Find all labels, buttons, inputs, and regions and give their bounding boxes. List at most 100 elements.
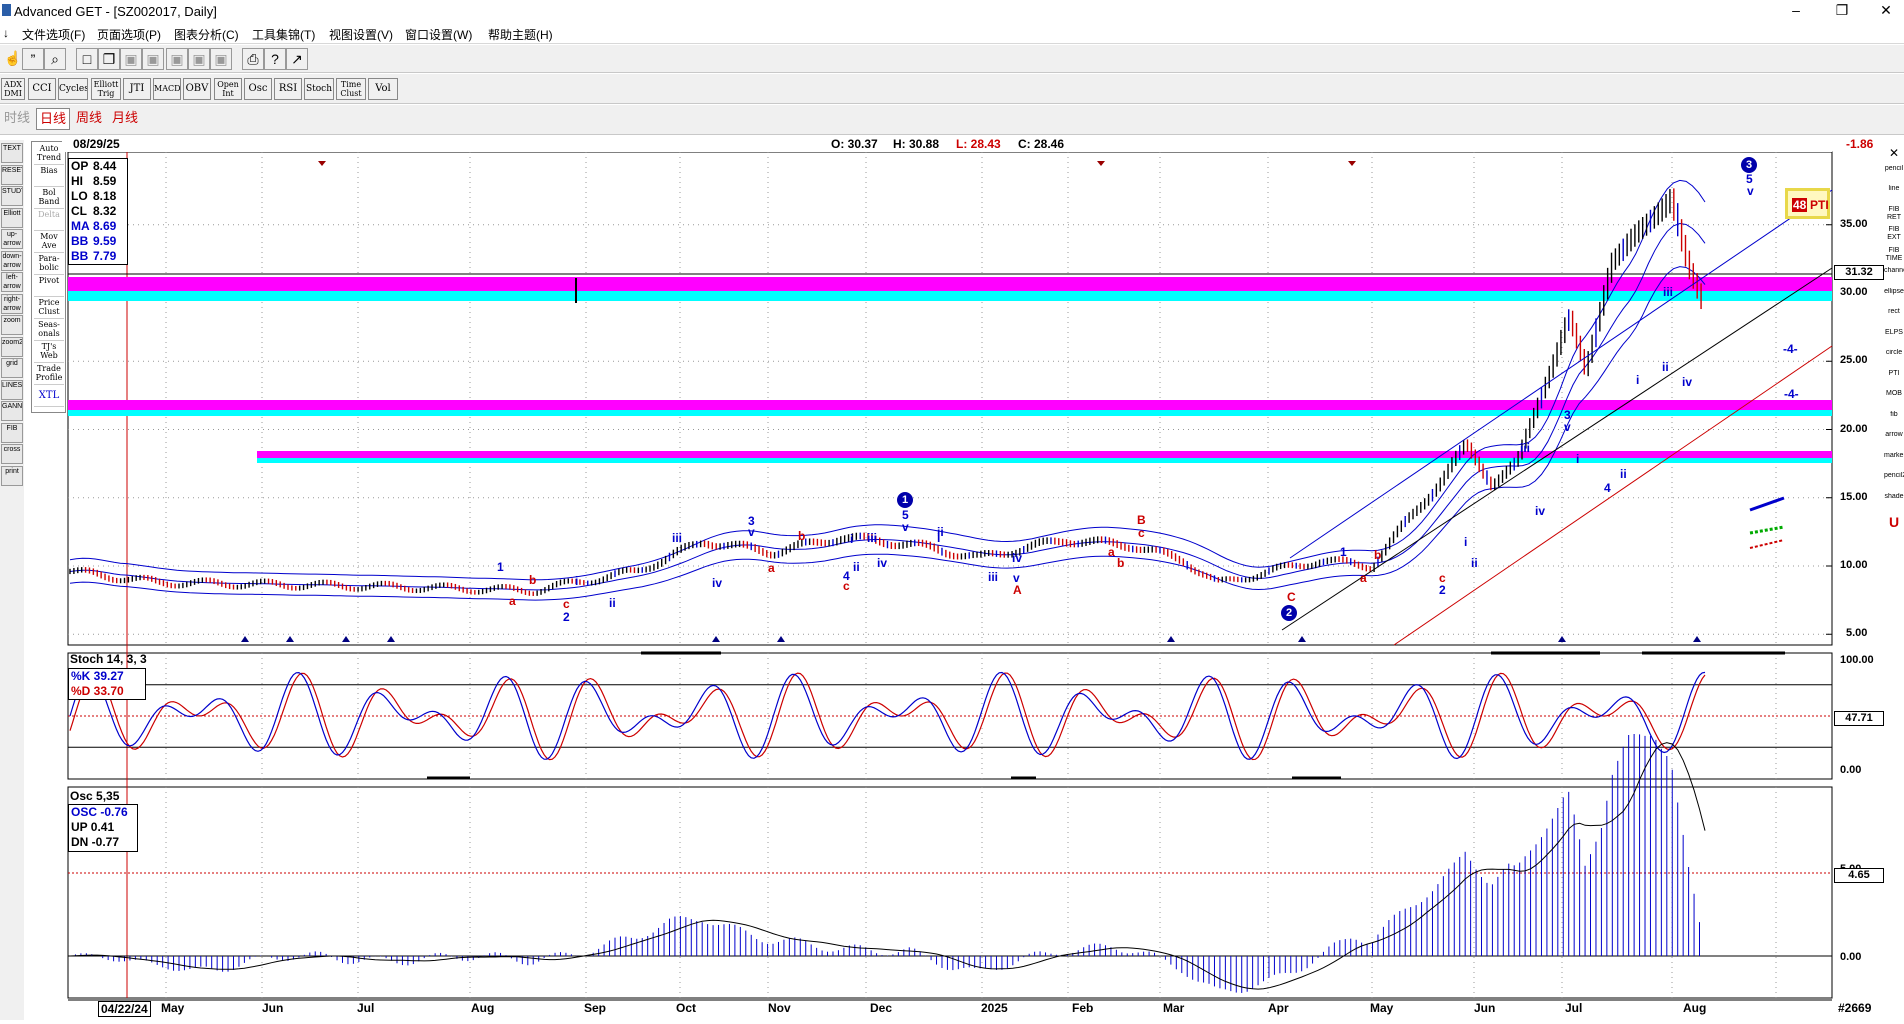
price-axis-label: 35.00	[1840, 217, 1868, 230]
cycle-triangle	[241, 636, 249, 642]
elliott-label: v	[1747, 184, 1754, 198]
price-axis-label: 25.00	[1840, 354, 1868, 367]
elliott-label: iv	[877, 556, 888, 570]
info-value: 8.32	[93, 204, 117, 218]
elliott-label: ii	[1662, 360, 1669, 374]
info-label: OP	[71, 159, 89, 173]
stoch-axis-100: 100.00	[1840, 654, 1874, 666]
elliott-label: i	[937, 531, 941, 545]
date-label: Feb	[1072, 1001, 1094, 1015]
elliott-label: iv	[1682, 375, 1693, 389]
date-label: Oct	[676, 1001, 697, 1015]
info-value: 8.44	[93, 159, 117, 173]
osc-title: Osc 5,35	[70, 789, 120, 803]
current-price-label: 31.32	[1834, 265, 1884, 280]
elliott-label: B	[1137, 513, 1146, 527]
elliott-label: b	[529, 573, 537, 587]
stoch-k: %K 39.27	[71, 669, 124, 683]
elliott-label: iii	[1520, 441, 1531, 455]
elliott-label: iii	[1663, 285, 1674, 299]
zone-cyan-1	[68, 291, 1832, 301]
date-label: Jul	[1565, 1001, 1583, 1015]
zone-magenta-1	[68, 277, 1832, 291]
info-row-lo: LO 8.18	[71, 189, 125, 204]
wave-circle: 1	[897, 492, 913, 508]
info-label: LO	[71, 189, 88, 203]
date-label: Aug	[1683, 1001, 1707, 1015]
price-axis-label: 20.00	[1840, 422, 1868, 435]
date-label: 04/22/24	[98, 1001, 151, 1017]
info-row-hi: HI 8.59	[71, 174, 125, 189]
cycle-triangle	[342, 636, 350, 642]
osc-up: UP 0.41	[71, 820, 115, 834]
stoch-current: 47.71	[1834, 711, 1884, 726]
elliott-label: C	[1287, 590, 1296, 604]
elliott-label: i	[1464, 535, 1468, 549]
elliott-label: iv	[712, 576, 723, 590]
cycle-triangle	[1167, 636, 1175, 642]
elliott-label: ii	[609, 596, 616, 610]
elliott-label: b	[1117, 556, 1125, 570]
date-label: May	[161, 1001, 185, 1015]
cycle-triangle	[1558, 636, 1566, 642]
zone-cyan-3	[257, 458, 1832, 463]
cycle-triangle	[286, 636, 294, 642]
bollinger-lower	[69, 266, 1706, 601]
osc-dn: DN -0.77	[71, 835, 120, 849]
elliott-label: v	[1564, 420, 1571, 434]
elliott-label: c	[843, 579, 850, 593]
chart-canvas[interactable]	[0, 0, 1904, 1024]
elliott-label: b	[1374, 548, 1382, 562]
cycle-triangle	[1298, 636, 1306, 642]
price-axis-label: 5.00	[1846, 627, 1868, 640]
elliott-label: i	[1576, 452, 1580, 466]
elliott-label: iii	[672, 531, 683, 545]
info-value: 7.79	[93, 249, 117, 263]
stoch-title: Stoch 14, 3, 3	[70, 652, 147, 666]
date-label: Sep	[584, 1001, 607, 1015]
elliott-label: iv	[1535, 504, 1546, 518]
date-label: Mar	[1163, 1001, 1185, 1015]
elliott-label: 1	[1340, 545, 1347, 559]
elliott-label: 2	[563, 610, 570, 624]
info-row-ma: MA 8.69	[71, 219, 125, 234]
elliott-label: ii	[853, 560, 860, 574]
stoch-info-box: %K 39.27 %D 33.70	[68, 668, 146, 700]
pti-label: PTI	[1810, 198, 1829, 212]
price-axis-label: 30.00	[1840, 286, 1868, 298]
cycle-triangle	[777, 636, 785, 642]
wave-circle: 2	[1281, 605, 1297, 621]
info-row-op: OP 8.44	[71, 159, 125, 174]
pti-badge[interactable]: 48 PTI	[1785, 188, 1830, 219]
price-info-box: OP 8.44 HI 8.59 LO 8.18 CL 8.32 MA 8.69 BB 9.59 BB 7.…	[68, 158, 128, 265]
elliott-label: ii	[1471, 556, 1478, 570]
date-label: Aug	[471, 1001, 495, 1015]
time-triangle	[318, 161, 326, 166]
osc-info-box: OSC -0.76 UP 0.41 DN -0.77	[68, 804, 138, 852]
elliott-label: i	[850, 532, 854, 546]
info-value: 8.18	[93, 189, 117, 203]
elliott-label: iv	[1012, 551, 1023, 565]
info-value: 8.69	[93, 219, 117, 233]
date-label: Jun	[1474, 1001, 1496, 1015]
elliott-label: c	[1138, 526, 1145, 540]
elliott-label: iii	[867, 531, 878, 545]
date-label: 2025	[981, 1001, 1008, 1015]
stoch-d: %D 33.70	[71, 684, 124, 698]
chart-date: 08/29/25	[73, 137, 120, 151]
elliott-label: -4-	[1784, 387, 1799, 401]
chart-header-bg	[62, 135, 1832, 152]
target-red	[1749, 539, 1785, 549]
elliott-label: 1	[497, 560, 504, 574]
cycle-triangle	[1693, 636, 1701, 642]
info-row-bb: BB 7.79	[71, 249, 125, 264]
stoch-axis-0: 0.00	[1840, 764, 1862, 776]
elliott-label: a	[768, 561, 775, 575]
elliott-label: i	[575, 574, 579, 588]
elliott-label: iii	[988, 570, 999, 584]
info-label: CL	[71, 204, 87, 218]
info-row-bb: BB 9.59	[71, 234, 125, 249]
elliott-label: i	[1636, 373, 1640, 387]
elliott-label: -4-	[1783, 342, 1798, 356]
trend-red-line	[1393, 345, 1833, 646]
